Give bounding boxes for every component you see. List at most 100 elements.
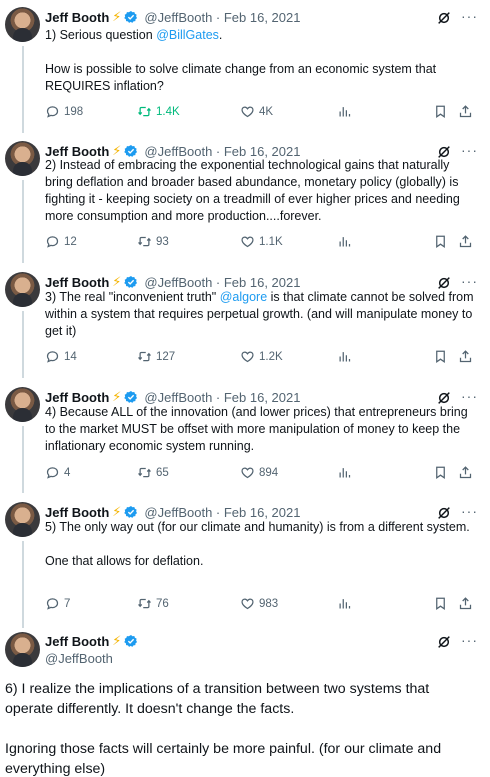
avatar[interactable] <box>5 502 40 537</box>
bookmark-button[interactable] <box>433 465 452 480</box>
lightning-icon: ⚡ <box>112 504 122 519</box>
more-icon[interactable]: ··· <box>461 273 478 289</box>
mention-link[interactable]: @BillGates <box>156 28 219 42</box>
retweet-button[interactable]: 76 <box>137 596 169 611</box>
author-name[interactable]: Jeff Booth <box>45 390 109 405</box>
verified-badge-icon <box>124 634 138 648</box>
author-name[interactable]: Jeff Booth <box>45 275 109 290</box>
retweet-icon <box>137 104 156 119</box>
reply-icon <box>45 596 64 611</box>
tweet-actions: 14 127 1.2K <box>45 349 478 367</box>
verified-badge-icon <box>124 10 138 24</box>
thread-connector-line <box>22 426 24 493</box>
retweet-count: 127 <box>156 350 176 363</box>
handle-and-date[interactable]: @JeffBooth · Feb 16, 2021 <box>144 275 300 290</box>
views-icon <box>337 596 356 611</box>
reply-icon <box>45 349 64 364</box>
share-icon <box>458 349 477 364</box>
reply-button[interactable]: 7 <box>45 596 70 611</box>
tweet-actions: 7 76 983 <box>45 596 478 614</box>
lightning-icon: ⚡ <box>112 274 122 289</box>
reply-icon <box>45 234 64 249</box>
tweet-actions: 4 65 894 <box>45 465 478 483</box>
handle-and-date[interactable]: @JeffBooth · Feb 16, 2021 <box>144 390 300 405</box>
more-icon[interactable]: ··· <box>461 632 478 648</box>
handle-and-date[interactable]: @JeffBooth · Feb 16, 2021 <box>144 505 300 520</box>
author-name[interactable]: Jeff Booth <box>45 10 109 25</box>
more-icon[interactable]: ··· <box>461 142 478 158</box>
like-button[interactable]: 4K <box>240 104 273 119</box>
like-button[interactable]: 1.1K <box>240 234 283 249</box>
retweet-button[interactable]: 93 <box>137 234 169 249</box>
tweet-text: 4) Because ALL of the innovation (and lo… <box>45 404 478 455</box>
share-button[interactable] <box>458 104 477 119</box>
bookmark-icon <box>433 349 452 364</box>
like-count: 894 <box>259 466 279 479</box>
like-button[interactable]: 983 <box>240 596 278 611</box>
share-button[interactable] <box>458 596 477 611</box>
bookmark-button[interactable] <box>433 104 452 119</box>
reply-icon <box>45 465 64 480</box>
like-count: 983 <box>259 597 279 610</box>
handle-and-date[interactable]: @JeffBooth · Feb 16, 2021 <box>144 10 300 25</box>
share-button[interactable] <box>458 465 477 480</box>
like-button[interactable]: 1.2K <box>240 349 283 364</box>
share-button[interactable] <box>458 349 477 364</box>
lightning-icon: ⚡ <box>112 389 122 404</box>
avatar[interactable] <box>5 272 40 307</box>
avatar[interactable] <box>5 141 40 176</box>
more-icon[interactable]: ··· <box>461 388 478 404</box>
bookmark-button[interactable] <box>433 349 452 364</box>
avatar[interactable] <box>5 632 40 667</box>
mention-link[interactable]: @algore <box>220 290 267 304</box>
reply-button[interactable]: 4 <box>45 465 70 480</box>
reply-button[interactable]: 198 <box>45 104 83 119</box>
avatar[interactable] <box>5 387 40 422</box>
share-icon <box>458 104 477 119</box>
reply-button[interactable]: 14 <box>45 349 77 364</box>
tweet-actions: 12 93 1.1K <box>45 234 478 252</box>
tweet-text: 1) Serious question @BillGates. How is p… <box>45 27 478 95</box>
like-icon <box>240 465 259 480</box>
grok-icon[interactable] <box>436 10 452 26</box>
bookmark-button[interactable] <box>433 596 452 611</box>
tweet-text: 3) The real "inconvenient truth" @algore… <box>45 289 478 340</box>
verified-badge-icon <box>124 505 138 519</box>
lightning-icon: ⚡ <box>112 633 122 648</box>
share-button[interactable] <box>458 234 477 249</box>
bookmark-icon <box>433 465 452 480</box>
like-count: 4K <box>259 105 274 118</box>
author-handle[interactable]: @JeffBooth <box>45 651 113 666</box>
avatar[interactable] <box>5 7 40 42</box>
tweet-header: Jeff Booth ⚡ @JeffBooth · Feb 16, 2021 <box>45 8 300 26</box>
share-icon <box>458 234 477 249</box>
more-icon[interactable]: ··· <box>461 503 478 519</box>
retweet-button[interactable]: 1.4K <box>137 104 180 119</box>
tweet-actions: 198 1.4K 4K <box>45 104 478 122</box>
share-icon <box>458 465 477 480</box>
like-button[interactable]: 894 <box>240 465 278 480</box>
author-name[interactable]: Jeff Booth <box>45 634 109 649</box>
views-button[interactable] <box>337 104 356 119</box>
like-count: 1.2K <box>259 350 283 363</box>
retweet-button[interactable]: 127 <box>137 349 175 364</box>
grok-icon[interactable] <box>436 634 452 650</box>
views-icon <box>337 465 356 480</box>
reply-button[interactable]: 12 <box>45 234 77 249</box>
thread-connector-line <box>22 180 24 263</box>
retweet-count: 1.4K <box>156 105 180 118</box>
retweet-icon <box>137 596 156 611</box>
retweet-button[interactable]: 65 <box>137 465 169 480</box>
reply-count: 12 <box>64 235 77 248</box>
views-button[interactable] <box>337 234 356 249</box>
tweet-text: 2) Instead of embracing the exponential … <box>45 157 478 225</box>
views-button[interactable] <box>337 465 356 480</box>
views-button[interactable] <box>337 596 356 611</box>
more-icon[interactable]: ··· <box>461 8 478 24</box>
views-button[interactable] <box>337 349 356 364</box>
bookmark-button[interactable] <box>433 234 452 249</box>
retweet-icon <box>137 234 156 249</box>
reply-count: 4 <box>64 466 71 479</box>
author-name[interactable]: Jeff Booth <box>45 505 109 520</box>
views-icon <box>337 104 356 119</box>
